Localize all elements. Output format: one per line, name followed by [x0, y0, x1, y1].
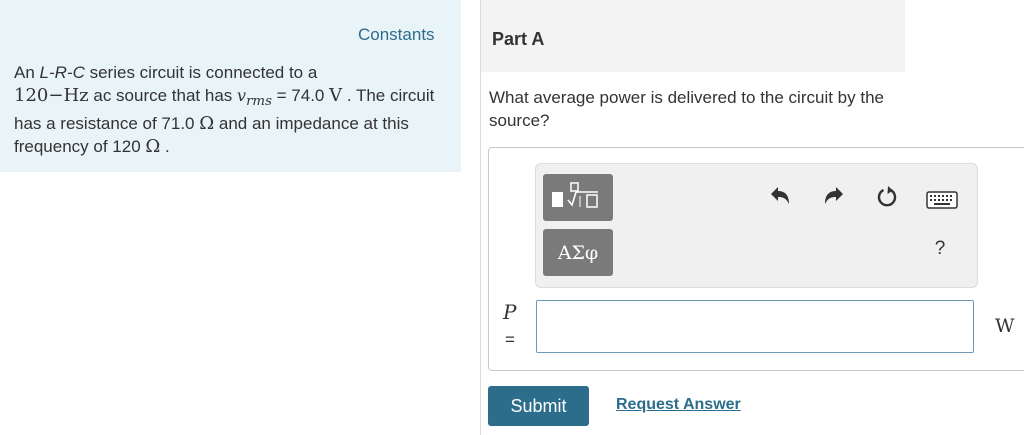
unit-label: W	[995, 315, 1015, 337]
submit-button[interactable]: Submit	[488, 386, 589, 426]
undo-icon[interactable]	[767, 184, 793, 208]
part-title: Part A	[492, 29, 545, 49]
problem-panel: Constants An L-R-C series circuit is con…	[0, 0, 461, 172]
constants-link[interactable]: Constants	[358, 25, 435, 45]
problem-statement: An L-R-C series circuit is connected to …	[14, 63, 435, 157]
templates-icon[interactable]	[543, 174, 613, 221]
volt-unit: V	[329, 84, 343, 106]
help-button[interactable]: ?	[928, 238, 952, 266]
question-text: What average power is delivered to the c…	[489, 88, 884, 130]
redo-icon[interactable]	[821, 184, 847, 208]
circuit-type: L-R-C	[39, 63, 85, 82]
part-header: Part A	[481, 0, 905, 72]
equals-sign: =	[505, 330, 515, 349]
answer-input[interactable]	[536, 300, 974, 353]
ohm-symbol: Ω	[199, 113, 215, 135]
vrms-symbol: vrms	[237, 85, 272, 109]
answer-variable: P	[503, 300, 517, 324]
frequency-unit: Hz	[63, 84, 89, 106]
keyboard-icon[interactable]	[926, 191, 958, 209]
frequency-value: 120	[14, 84, 49, 106]
greek-symbols-button[interactable]: ΑΣφ	[543, 229, 613, 276]
ohm-symbol: Ω	[145, 135, 161, 157]
request-answer-link[interactable]: Request Answer	[616, 396, 741, 414]
reset-icon[interactable]	[874, 184, 900, 210]
